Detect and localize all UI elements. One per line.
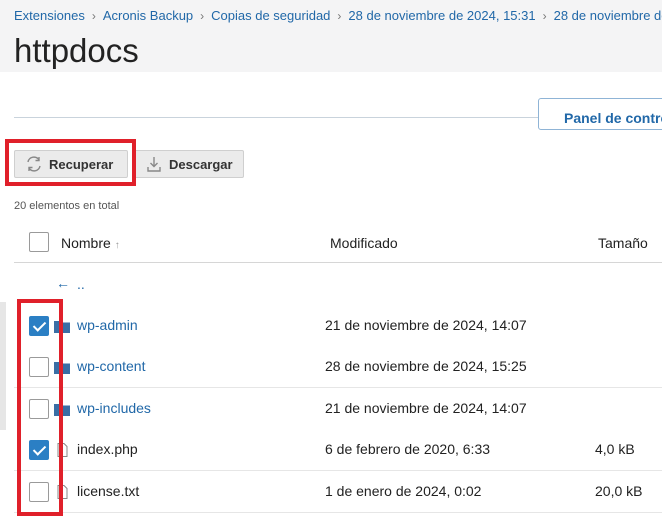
back-arrow-icon: ← (56, 275, 70, 291)
recover-button[interactable]: Recuperar (14, 150, 128, 178)
row-modified: 6 de febrero de 2020, 6:33 (325, 441, 491, 457)
table-row[interactable]: wp-content 28 de noviembre de 2024, 15:2… (14, 346, 662, 388)
breadcrumb: Extensiones › Acronis Backup › Copias de seg… (14, 8, 662, 23)
row-checkbox[interactable] (29, 440, 49, 460)
page-title: httpdocs (14, 32, 139, 69)
file-icon (54, 443, 70, 457)
panel-de-control-button[interactable]: Panel de contro (538, 98, 662, 130)
breadcrumb-separator: › (200, 9, 205, 23)
column-header-size[interactable]: Tamaño (598, 235, 648, 251)
folder-icon (54, 402, 70, 416)
file-icon (54, 485, 70, 499)
download-button-label: Descargar (169, 157, 233, 172)
row-checkbox[interactable] (29, 399, 49, 419)
breadcrumb-backup-date-2[interactable]: 28 de noviembre de 2 (554, 8, 662, 23)
row-modified: 1 de enero de 2024, 0:02 (325, 483, 482, 499)
table-row[interactable]: wp-admin 21 de noviembre de 2024, 14:07 (14, 305, 662, 347)
select-all-checkbox[interactable] (29, 232, 49, 252)
breadcrumb-separator: › (542, 9, 547, 23)
row-checkbox[interactable] (29, 357, 49, 377)
total-items-count: 20 elementos en total (14, 200, 120, 212)
parent-directory-link[interactable]: .. (77, 276, 85, 292)
breadcrumb-separator: › (91, 9, 96, 23)
folder-icon (54, 360, 70, 374)
parent-directory-row[interactable]: ← .. (14, 264, 662, 306)
row-modified: 21 de noviembre de 2024, 14:07 (325, 317, 527, 333)
recover-button-label: Recuperar (49, 157, 114, 172)
row-modified: 21 de noviembre de 2024, 14:07 (325, 400, 527, 416)
download-button[interactable]: Descargar (134, 150, 244, 178)
row-name[interactable]: wp-admin (77, 317, 138, 333)
table-row[interactable]: index.php 6 de febrero de 2020, 6:33 4,0… (14, 429, 662, 471)
row-name[interactable]: index.php (77, 441, 138, 457)
row-name[interactable]: wp-includes (77, 400, 151, 416)
sort-arrow-up-icon: ↑ (114, 240, 120, 251)
folder-icon (54, 319, 70, 333)
row-checkbox[interactable] (29, 316, 49, 336)
table-row[interactable]: license.txt 1 de enero de 2024, 0:02 20,… (14, 471, 662, 513)
row-name[interactable]: license.txt (77, 483, 139, 499)
column-header-modified[interactable]: Modificado (330, 235, 398, 251)
row-modified: 28 de noviembre de 2024, 15:25 (325, 358, 527, 374)
left-edge-strip (0, 302, 6, 430)
breadcrumb-copias-de-seguridad[interactable]: Copias de seguridad (211, 8, 330, 23)
row-checkbox[interactable] (29, 482, 49, 502)
table-row[interactable]: wp-includes 21 de noviembre de 2024, 14:… (14, 388, 662, 430)
breadcrumb-acronis-backup[interactable]: Acronis Backup (103, 8, 193, 23)
breadcrumb-extensiones[interactable]: Extensiones (14, 8, 85, 23)
table-header: Nombre ↑ Modificado Tamaño (14, 222, 662, 263)
recover-icon (25, 155, 43, 173)
divider (14, 117, 538, 118)
row-name[interactable]: wp-content (77, 358, 145, 374)
column-header-name[interactable]: Nombre ↑ (61, 235, 120, 251)
row-size: 20,0 kB (595, 483, 643, 499)
download-icon (145, 155, 163, 173)
breadcrumb-backup-date[interactable]: 28 de noviembre de 2024, 15:31 (348, 8, 535, 23)
column-header-name-label: Nombre (61, 235, 111, 251)
breadcrumb-separator: › (337, 9, 342, 23)
row-size: 4,0 kB (595, 441, 635, 457)
